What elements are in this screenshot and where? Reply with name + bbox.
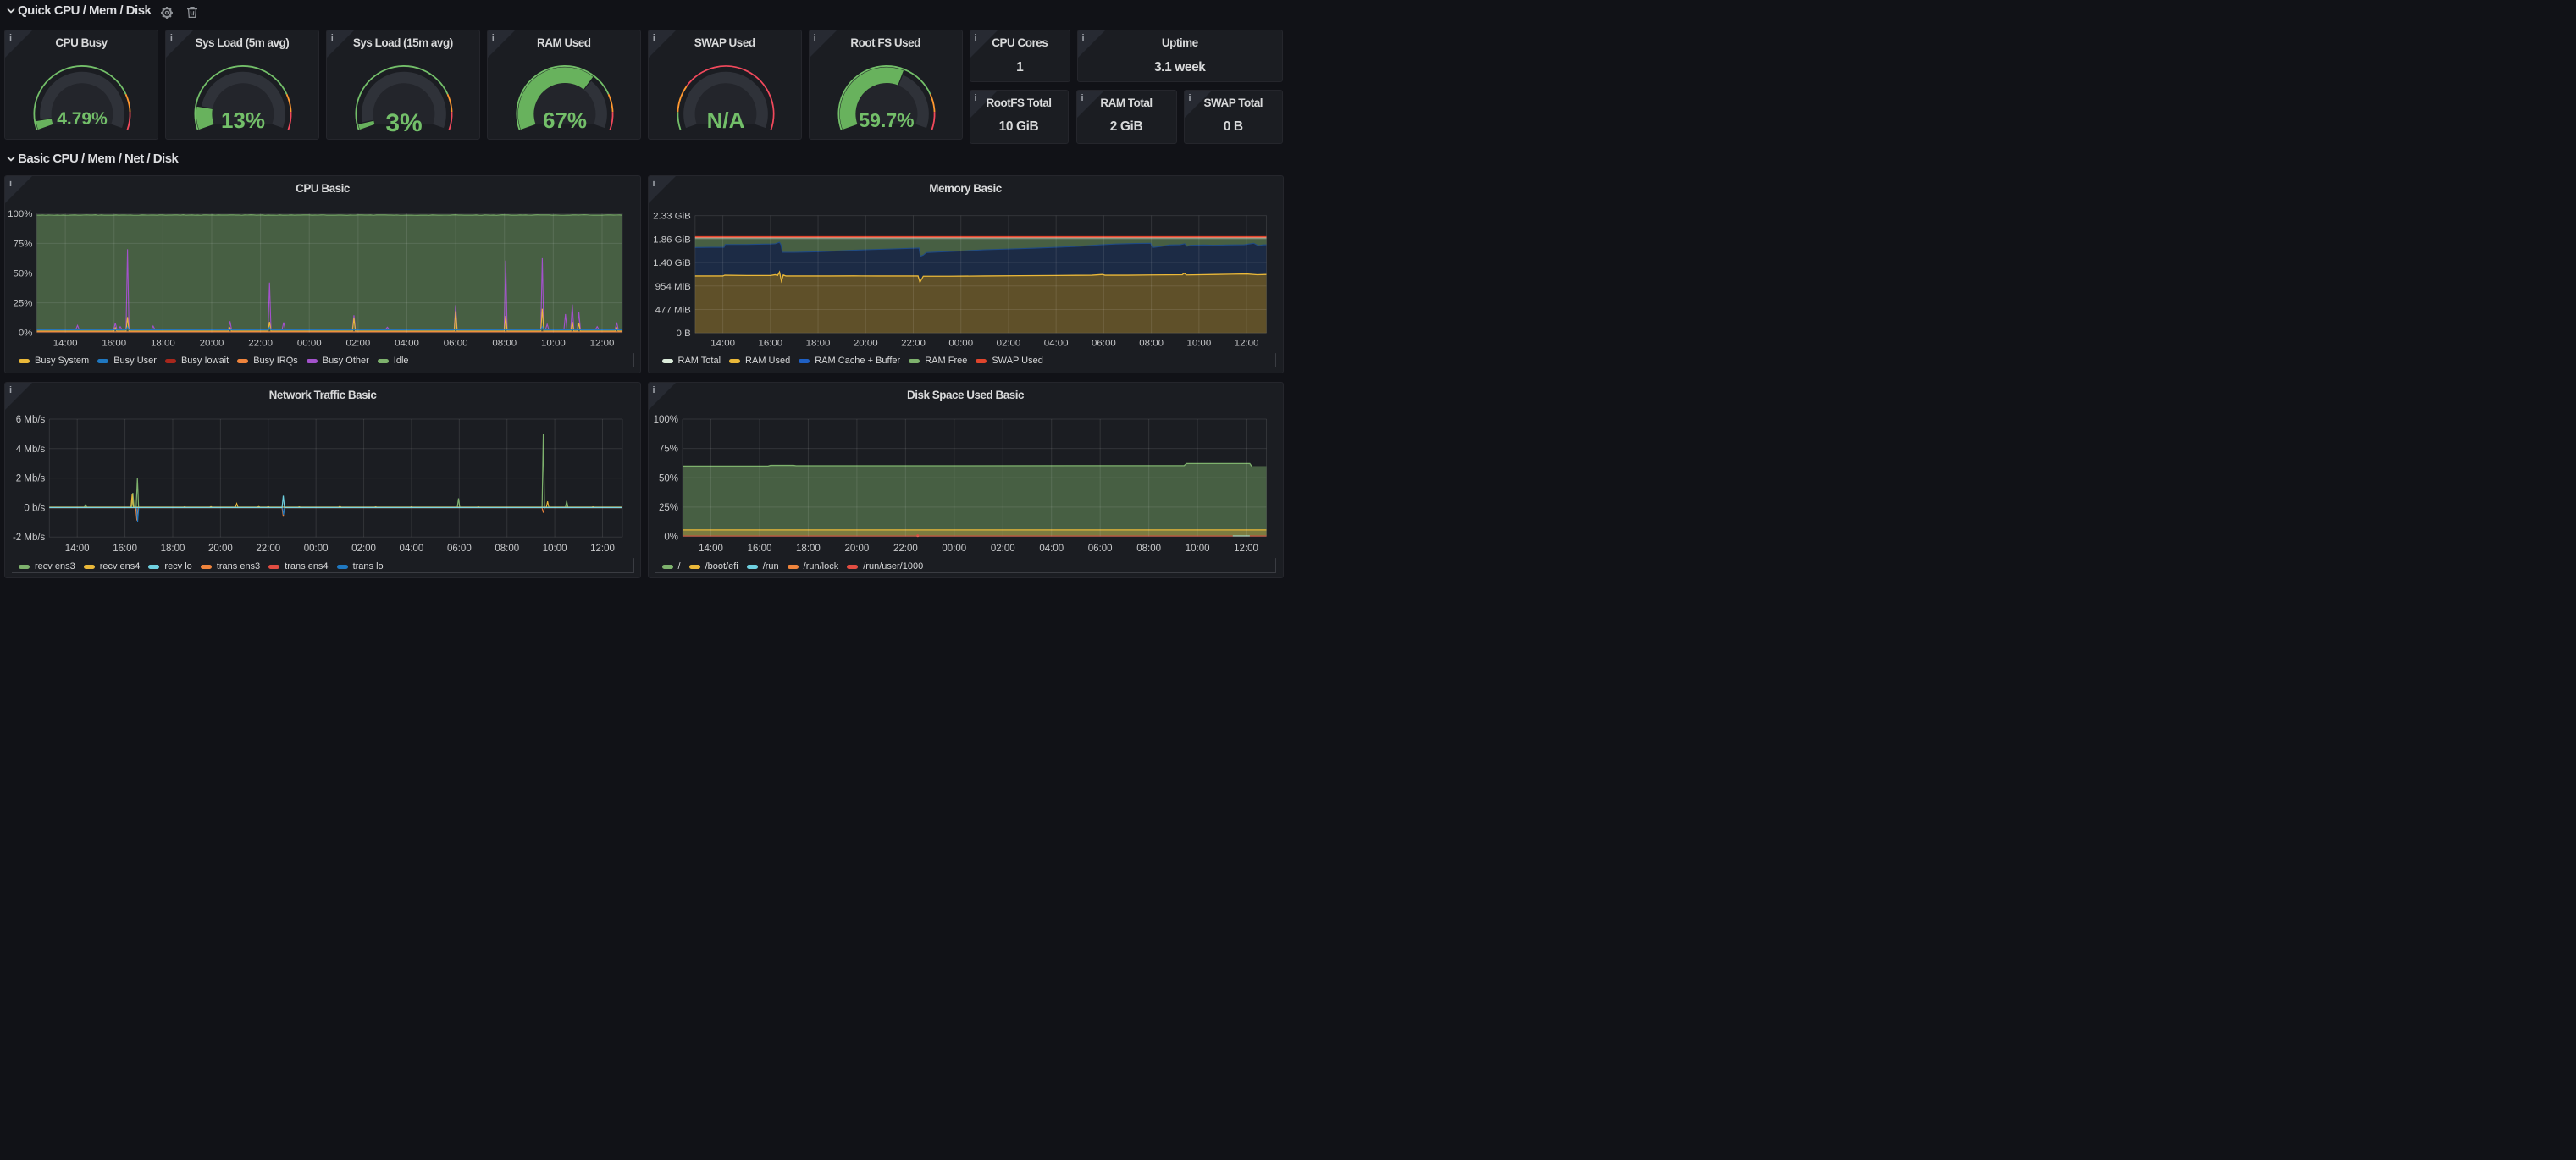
svg-text:16:00: 16:00 xyxy=(758,338,782,348)
svg-text:14:00: 14:00 xyxy=(65,544,90,554)
svg-text:06:00: 06:00 xyxy=(447,544,472,554)
svg-text:50%: 50% xyxy=(14,268,33,279)
svg-text:06:00: 06:00 xyxy=(444,338,468,348)
svg-text:0 B: 0 B xyxy=(676,329,691,339)
svg-text:20:00: 20:00 xyxy=(844,544,869,554)
svg-text:20:00: 20:00 xyxy=(200,338,224,348)
svg-text:22:00: 22:00 xyxy=(901,338,926,348)
svg-text:477 MiB: 477 MiB xyxy=(655,305,690,315)
svg-text:02:00: 02:00 xyxy=(990,544,1014,554)
svg-text:12:00: 12:00 xyxy=(1234,544,1258,554)
svg-text:08:00: 08:00 xyxy=(495,544,519,554)
svg-text:0%: 0% xyxy=(664,533,678,543)
svg-text:12:00: 12:00 xyxy=(590,338,615,348)
svg-text:10:00: 10:00 xyxy=(1186,338,1211,348)
svg-text:04:00: 04:00 xyxy=(1043,338,1068,348)
svg-text:954 MiB: 954 MiB xyxy=(655,282,690,292)
svg-text:2.33 GiB: 2.33 GiB xyxy=(653,211,691,221)
svg-text:04:00: 04:00 xyxy=(1039,544,1064,554)
svg-text:12:00: 12:00 xyxy=(590,544,615,554)
svg-text:0%: 0% xyxy=(19,328,33,338)
svg-text:13%: 13% xyxy=(221,108,265,133)
svg-text:06:00: 06:00 xyxy=(1092,338,1116,348)
svg-text:14:00: 14:00 xyxy=(710,338,735,348)
svg-text:00:00: 00:00 xyxy=(297,338,322,348)
svg-text:10:00: 10:00 xyxy=(541,338,566,348)
svg-text:10:00: 10:00 xyxy=(543,544,567,554)
svg-text:0 b/s: 0 b/s xyxy=(24,503,45,513)
svg-text:10:00: 10:00 xyxy=(1185,544,1209,554)
svg-text:-2 Mb/s: -2 Mb/s xyxy=(13,533,46,543)
svg-text:100%: 100% xyxy=(8,209,32,219)
svg-text:02:00: 02:00 xyxy=(996,338,1020,348)
svg-text:N/A: N/A xyxy=(706,108,744,133)
svg-text:06:00: 06:00 xyxy=(1087,544,1112,554)
svg-text:22:00: 22:00 xyxy=(256,544,280,554)
svg-text:08:00: 08:00 xyxy=(492,338,517,348)
svg-text:00:00: 00:00 xyxy=(304,544,329,554)
svg-text:14:00: 14:00 xyxy=(699,544,723,554)
svg-text:00:00: 00:00 xyxy=(942,544,966,554)
svg-text:75%: 75% xyxy=(658,445,677,455)
svg-text:04:00: 04:00 xyxy=(395,338,419,348)
svg-text:02:00: 02:00 xyxy=(345,338,370,348)
svg-text:22:00: 22:00 xyxy=(248,338,273,348)
svg-text:22:00: 22:00 xyxy=(893,544,917,554)
svg-text:25%: 25% xyxy=(14,298,33,308)
svg-text:18:00: 18:00 xyxy=(161,544,185,554)
svg-text:100%: 100% xyxy=(653,415,677,425)
svg-text:1.86 GiB: 1.86 GiB xyxy=(653,235,691,245)
svg-text:6 Mb/s: 6 Mb/s xyxy=(16,415,46,425)
svg-text:18:00: 18:00 xyxy=(151,338,175,348)
svg-text:16:00: 16:00 xyxy=(747,544,771,554)
svg-text:25%: 25% xyxy=(658,503,677,513)
svg-text:75%: 75% xyxy=(14,239,33,249)
svg-text:20:00: 20:00 xyxy=(853,338,877,348)
svg-text:04:00: 04:00 xyxy=(400,544,424,554)
svg-text:08:00: 08:00 xyxy=(1136,544,1161,554)
svg-text:18:00: 18:00 xyxy=(796,544,821,554)
svg-text:50%: 50% xyxy=(658,473,677,483)
svg-text:08:00: 08:00 xyxy=(1139,338,1164,348)
svg-text:18:00: 18:00 xyxy=(805,338,830,348)
svg-text:02:00: 02:00 xyxy=(351,544,376,554)
svg-text:4.79%: 4.79% xyxy=(57,109,108,129)
svg-text:14:00: 14:00 xyxy=(53,338,78,348)
svg-text:12:00: 12:00 xyxy=(1234,338,1258,348)
svg-text:67%: 67% xyxy=(543,108,587,133)
svg-text:2 Mb/s: 2 Mb/s xyxy=(16,474,46,484)
svg-text:00:00: 00:00 xyxy=(948,338,973,348)
svg-text:20:00: 20:00 xyxy=(208,544,233,554)
svg-text:4 Mb/s: 4 Mb/s xyxy=(16,445,46,455)
svg-text:59.7%: 59.7% xyxy=(859,109,914,131)
svg-text:3%: 3% xyxy=(385,109,422,137)
svg-text:16:00: 16:00 xyxy=(102,338,126,348)
svg-text:16:00: 16:00 xyxy=(113,544,137,554)
svg-text:1.40 GiB: 1.40 GiB xyxy=(653,258,691,268)
